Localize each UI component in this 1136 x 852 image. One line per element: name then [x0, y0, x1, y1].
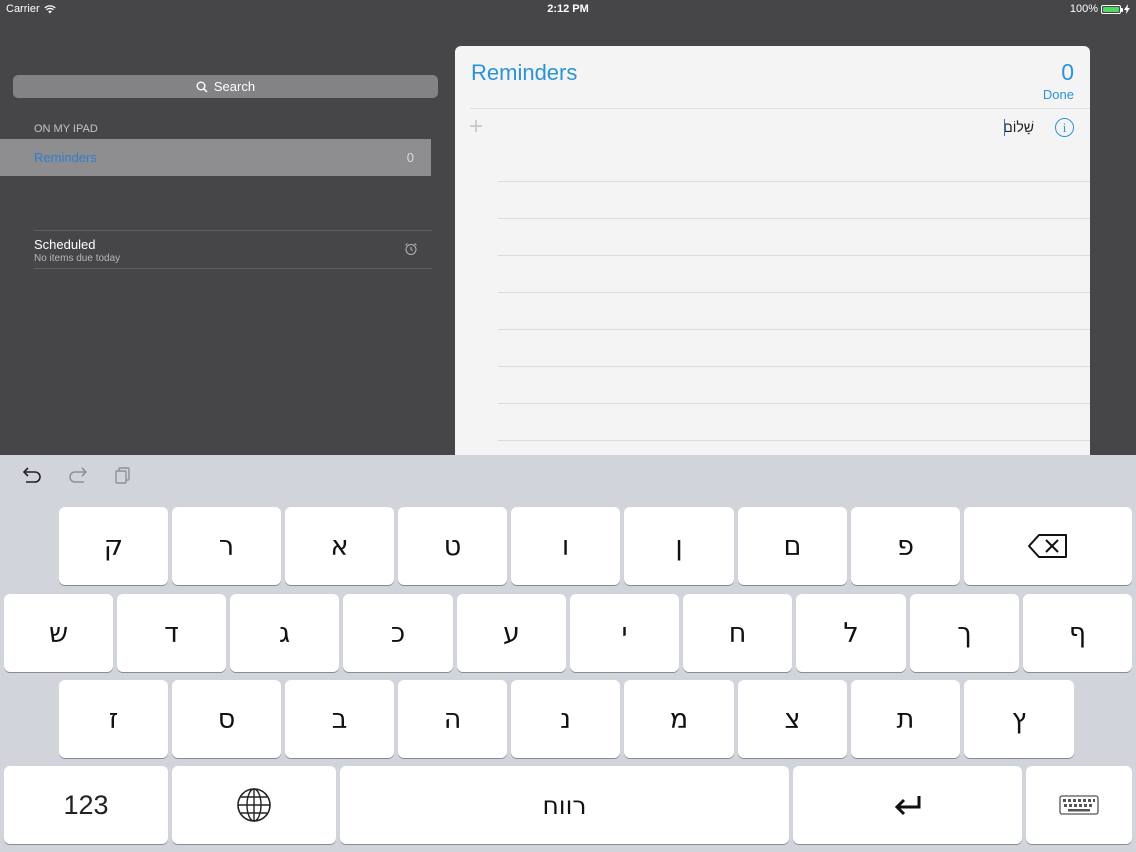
key-tsadi[interactable]: צ — [738, 680, 847, 758]
section-header: ON MY IPAD — [34, 123, 98, 135]
ruled-lines — [498, 145, 1090, 456]
key-lamed[interactable]: ל — [796, 594, 906, 672]
key-vav[interactable]: ו — [511, 507, 620, 585]
dismiss-keyboard-key[interactable] — [1026, 766, 1132, 844]
status-bar: Carrier 2:12 PM 100% — [0, 0, 1136, 18]
key-final-mem[interactable]: ם — [738, 507, 847, 585]
key-kaf[interactable]: כ — [343, 594, 453, 672]
reminders-panel: Reminders 0 Done + שָׁלוֹם i — [455, 46, 1090, 456]
divider — [470, 108, 1090, 109]
backspace-key[interactable] — [964, 507, 1132, 585]
key-he[interactable]: ה — [398, 680, 507, 758]
alarm-clock-icon — [405, 243, 417, 255]
reminder-input[interactable]: שָׁלוֹם — [1003, 119, 1034, 135]
return-key[interactable] — [793, 766, 1022, 844]
key-shin[interactable]: ש — [4, 594, 113, 672]
globe-icon — [237, 788, 271, 822]
page-title: Reminders — [471, 60, 578, 85]
undo-icon[interactable] — [22, 466, 42, 484]
sidebar-item-reminders[interactable]: Reminders 0 — [0, 139, 431, 176]
done-button[interactable]: Done — [1043, 87, 1074, 102]
key-pe[interactable]: פ — [851, 507, 960, 585]
key-final-kaf[interactable]: ך — [910, 594, 1019, 672]
key-final-pe[interactable]: ף — [1023, 594, 1132, 672]
key-mem[interactable]: מ — [624, 680, 734, 758]
return-icon — [894, 796, 920, 816]
key-ayin[interactable]: ע — [457, 594, 566, 672]
clock: 2:12 PM — [547, 3, 589, 15]
redo-icon[interactable] — [68, 466, 88, 484]
charging-icon — [1124, 4, 1130, 14]
key-het[interactable]: ח — [683, 594, 792, 672]
reminder-count: 0 — [1061, 59, 1074, 85]
battery-indicator: 100% — [1070, 3, 1130, 15]
key-gimel[interactable]: ג — [230, 594, 339, 672]
shortcut-bar — [22, 466, 132, 484]
search-placeholder: Search — [213, 79, 256, 94]
key-alef[interactable]: א — [285, 507, 394, 585]
paste-icon[interactable] — [114, 466, 132, 484]
scheduled-title: Scheduled — [34, 237, 96, 252]
backspace-icon — [1028, 534, 1067, 558]
key-tet[interactable]: ט — [398, 507, 507, 585]
key-bet[interactable]: ב — [285, 680, 394, 758]
keyboard-hide-icon — [1059, 795, 1099, 815]
key-resh[interactable]: ר — [172, 507, 281, 585]
key-samekh[interactable]: ס — [172, 680, 281, 758]
space-key[interactable]: רווח — [340, 766, 789, 844]
globe-key[interactable] — [172, 766, 336, 844]
sidebar-item-scheduled[interactable]: Scheduled No items due today — [34, 230, 432, 269]
battery-percent: 100% — [1069, 3, 1098, 15]
text-cursor — [1004, 119, 1005, 136]
list-count: 0 — [406, 150, 414, 165]
key-final-nun[interactable]: ן — [624, 507, 734, 585]
key-tav[interactable]: ת — [851, 680, 960, 758]
info-icon[interactable]: i — [1055, 118, 1074, 137]
key-nun[interactable]: נ — [511, 680, 620, 758]
key-final-tsadi[interactable]: ץ — [964, 680, 1074, 758]
battery-icon — [1101, 4, 1123, 14]
key-dalet[interactable]: ד — [117, 594, 226, 672]
scheduled-subtitle: No items due today — [34, 253, 121, 264]
key-qof[interactable]: ק — [59, 507, 168, 585]
key-zayin[interactable]: ז — [59, 680, 168, 758]
key-yod[interactable]: י — [570, 594, 679, 672]
numbers-key[interactable]: 123 — [4, 766, 168, 844]
list-name: Reminders — [34, 150, 97, 165]
search-bar[interactable]: Search — [13, 75, 438, 98]
search-icon — [196, 81, 208, 93]
keyboard: ק ר א ט ו ן ם פ ש ד ג כ ע י ח ל ך ף ז ס … — [0, 455, 1136, 852]
add-reminder-icon[interactable]: + — [469, 115, 483, 139]
